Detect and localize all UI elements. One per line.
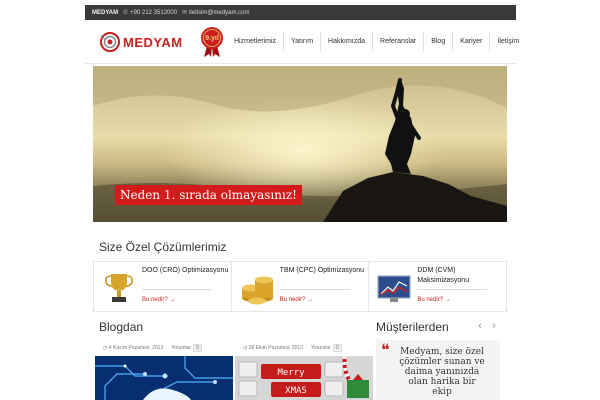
phone-icon: ✆ bbox=[123, 10, 129, 16]
prev-arrow-icon[interactable]: ‹ bbox=[475, 320, 485, 332]
nav-item-yatirim[interactable]: Yatırım bbox=[283, 32, 320, 52]
divider bbox=[417, 289, 488, 290]
blog-title: Blogdan bbox=[99, 320, 144, 334]
solution-title: DOO (CRO) Optimizasyonu bbox=[142, 267, 229, 274]
clients-title: Müşterilerden bbox=[376, 320, 449, 334]
solution-card-tbm: TBM (CPC) Optimizasyonu Bu nedir? → bbox=[230, 262, 369, 311]
email-text: iletisim@medyam.com bbox=[189, 10, 250, 16]
solutions-title: Size Özel Çözümlerimiz bbox=[99, 240, 227, 254]
comments-label[interactable]: Yorumlar bbox=[311, 345, 331, 351]
hero-caption[interactable]: Neden 1. sırada olmayasınız! bbox=[115, 185, 302, 205]
anniversary-badge: 9.yıl bbox=[201, 27, 223, 57]
comment-count: 0 bbox=[332, 343, 342, 352]
nav-item-hakkimizda[interactable]: Hakkımızda bbox=[320, 32, 372, 52]
nav-item-referanslar[interactable]: Referanslar bbox=[372, 32, 423, 52]
phone-text: +90 212 3512000 bbox=[130, 10, 178, 16]
medyam-logo[interactable]: MEDYAM bbox=[99, 30, 194, 54]
blog-post-meta: ◷ 28 Ekim Pazartesi, 2013 Yorumlar 0 bbox=[243, 343, 342, 352]
topbar-email[interactable]: ✉ iletisim@medyam.com bbox=[182, 9, 249, 16]
testimonial-box: ❝ Medyam, size özel çözümler sunan ve da… bbox=[376, 340, 500, 400]
solution-link[interactable]: Bu nedir? → bbox=[280, 297, 313, 303]
nav-item-kariyer[interactable]: Kariyer bbox=[452, 32, 489, 52]
solution-title: TBM (CPC) Optimizasyonu bbox=[279, 267, 365, 274]
divider bbox=[279, 289, 350, 290]
post-date: 28 Ekim Pazartesi, 2013 bbox=[248, 344, 303, 351]
nav-item-blog[interactable]: Blog bbox=[423, 32, 452, 52]
coins-icon bbox=[241, 276, 273, 305]
testimonial-text: Medyam, size özel çözümler sunan ve daim… bbox=[399, 347, 485, 397]
next-arrow-icon[interactable]: › bbox=[489, 320, 499, 332]
blog-post-image-circuit[interactable] bbox=[95, 356, 233, 400]
solution-card-doo: DOO (CRO) Optimizasyonu Bu nedir? → bbox=[94, 262, 231, 311]
xmas-key-merry: Merry bbox=[277, 368, 305, 378]
comments-label[interactable]: Yorumlar bbox=[171, 345, 191, 351]
blog-post-meta: ◷ 4 Kasım Pazartesi, 2013 Yorumlar 0 bbox=[103, 343, 202, 352]
quote-icon: ❝ bbox=[381, 340, 390, 359]
site-header: MEDYAM 9.yıl Hizmetlerimiz Yatırım Hakkı… bbox=[85, 20, 519, 64]
post-date: 4 Kasım Pazartesi, 2013 bbox=[108, 344, 164, 351]
hero-slider[interactable]: Neden 1. sırada olmayasınız! bbox=[93, 66, 507, 222]
badge-text: 9.yıl bbox=[205, 35, 219, 42]
solution-title: DDM (CVM) Maksimizasyonu bbox=[417, 267, 470, 284]
blog-post-image-xmas[interactable]: Merry XMAS bbox=[235, 356, 373, 400]
solutions-row: DOO (CRO) Optimizasyonu Bu nedir? → TBM … bbox=[93, 261, 507, 312]
envelope-icon: ✉ bbox=[182, 10, 188, 16]
topbar-phone[interactable]: ✆ +90 212 3512000 bbox=[123, 9, 177, 16]
chart-monitor-icon bbox=[377, 275, 411, 302]
page: MEDYAM ✆ +90 212 3512000 ✉ iletisim@medyam… bbox=[0, 0, 600, 400]
main-nav: Hizmetlerimiz Yatırım Hakkımızda Referan… bbox=[227, 32, 526, 52]
solution-card-ddm: DDM (CVM) Maksimizasyonu Bu nedir? → bbox=[368, 262, 507, 311]
comment-count: 0 bbox=[193, 343, 202, 352]
xmas-key-xmas: XMAS bbox=[285, 386, 307, 396]
topbar-brand: MEDYAM bbox=[92, 9, 119, 16]
nav-item-iletisim[interactable]: İletişim bbox=[489, 32, 526, 52]
top-bar: MEDYAM ✆ +90 212 3512000 ✉ iletisim@medyam… bbox=[85, 5, 516, 20]
nav-item-hizmetlerimiz[interactable]: Hizmetlerimiz bbox=[227, 32, 283, 52]
solution-link[interactable]: Bu nedir? → bbox=[417, 297, 450, 303]
solution-link[interactable]: Bu nedir? → bbox=[142, 297, 175, 303]
divider bbox=[142, 289, 212, 290]
logo-text: MEDYAM bbox=[123, 35, 183, 50]
trophy-icon bbox=[105, 274, 133, 302]
